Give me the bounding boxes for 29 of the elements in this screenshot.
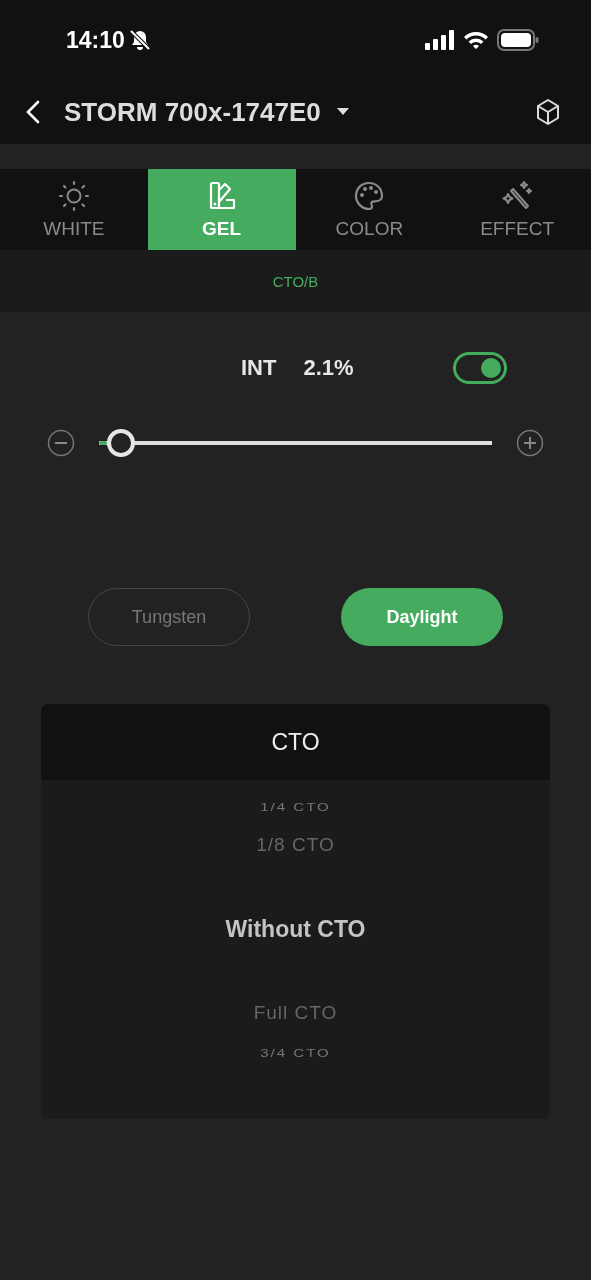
picker-option[interactable]: 1/4 CTO [260,795,331,817]
mode-tab[interactable]: WHITE [0,169,148,250]
cube-icon[interactable] [535,98,561,126]
intensity-label: INT [241,355,277,381]
slider-thumb[interactable] [106,429,135,457]
picker-title: CTO [41,704,550,780]
device-title: STORM 700x-1747E0 [64,96,321,128]
picker-option[interactable]: Without CTO [225,870,366,988]
plus-icon[interactable] [516,429,544,457]
sun-icon [57,179,90,212]
picker-option[interactable]: 1/8 CTO [256,820,335,870]
picker-option[interactable]: 3/4 CTO [260,1041,331,1063]
mode-tab[interactable]: EFFECT [443,169,591,250]
intensity-reading: 2.1% [303,355,354,381]
mode-tab[interactable]: COLOR [295,169,444,250]
mode-tab[interactable]: GEL [147,169,296,250]
signal-icon [425,30,455,50]
magic-wand-icon [501,179,534,212]
dropdown-caret-icon[interactable] [336,108,349,116]
status-time: 14:10 [66,26,125,54]
toggle-switch[interactable] [453,352,507,384]
minus-icon[interactable] [47,429,75,457]
sub-tab[interactable]: CTO/B [268,268,323,294]
palette-icon [353,179,386,212]
source-button[interactable]: Daylight [341,588,503,646]
back-icon[interactable] [24,99,42,125]
picker-option[interactable]: Full CTO [253,988,338,1038]
wifi-icon [463,30,489,50]
battery-icon [497,29,539,51]
